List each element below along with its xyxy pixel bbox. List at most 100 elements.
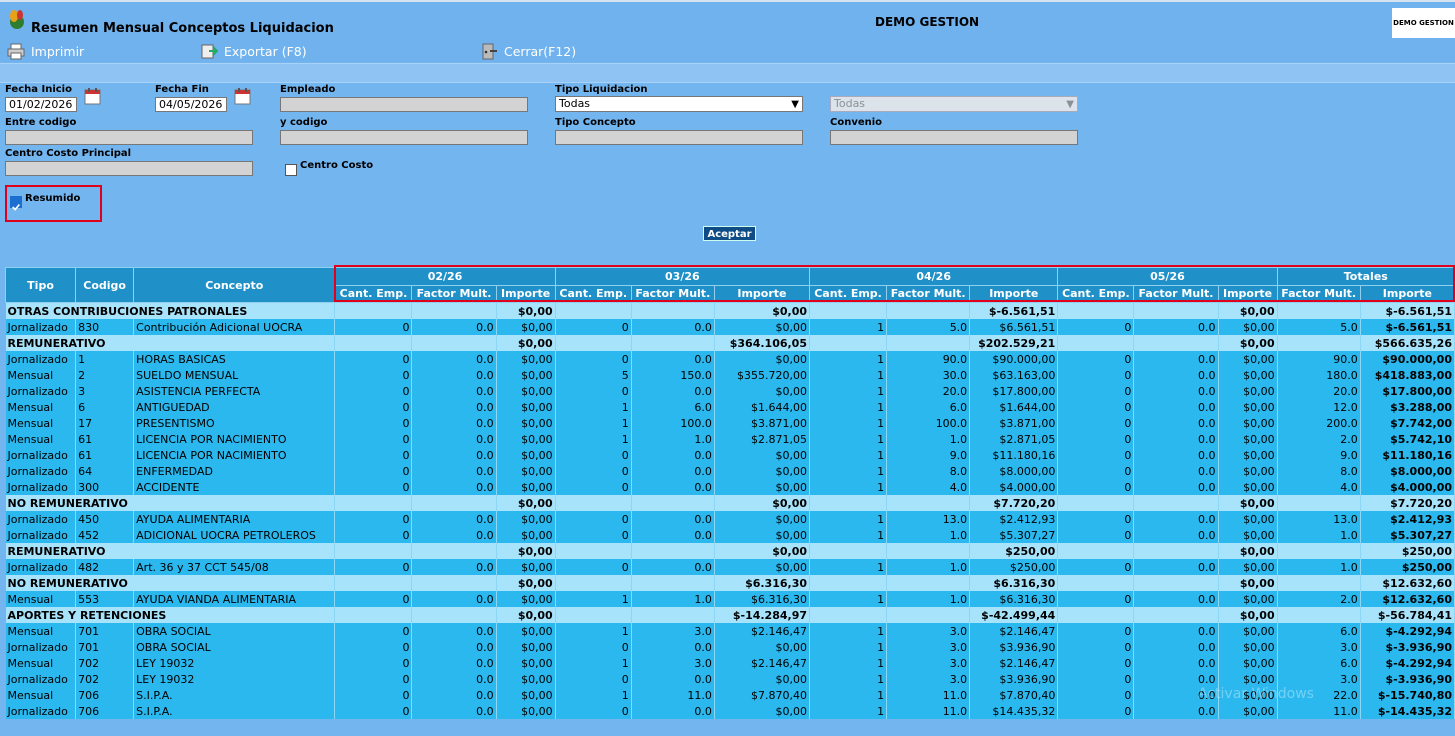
table-row[interactable]: Jornalizado 452 ADICIONAL UOCRA PETROLEROS…	[5, 527, 1455, 543]
cell-empty	[1057, 335, 1135, 351]
calendar-icon[interactable]	[82, 86, 104, 106]
table-row[interactable]: Mensual 17 PRESENTISMO 0 0.0 $0,00 1 100.0 $3.87…	[5, 415, 1455, 431]
accept-button[interactable]: Aceptar	[703, 226, 756, 241]
cell-concepto: Contribución Adicional UOCRA	[133, 319, 336, 335]
cell-cant-emp: 1	[809, 623, 888, 639]
section-importe: $0,00	[1218, 335, 1278, 351]
cell-factor-mult: 0.0	[1133, 447, 1219, 463]
centro-costo-principal-input[interactable]	[5, 161, 253, 176]
cell-concepto: ENFERMEDAD	[133, 463, 336, 479]
section-importe: $364.106,05	[714, 335, 811, 351]
cell-concepto: LICENCIA POR NACIMIENTO	[133, 431, 336, 447]
section-row[interactable]: APORTES Y RETENCIONES $0,00 $-14.284,97 $-4…	[5, 607, 1455, 623]
cell-factor-mult: 0.0	[1133, 319, 1219, 335]
cell-factor-mult: 3.0	[886, 639, 971, 655]
y-codigo-input[interactable]	[280, 130, 528, 145]
cell-empty	[555, 607, 632, 623]
table-row[interactable]: Jornalizado 64 ENFERMEDAD 0 0.0 $0,00 0 0.0 $0,0…	[5, 463, 1455, 479]
table-row[interactable]: Mensual 701 OBRA SOCIAL 0 0.0 $0,00 1 3.0 $2.146…	[5, 623, 1455, 639]
cell-empty	[411, 543, 497, 559]
cell-factor-mult: 11.0	[631, 687, 715, 703]
cell-cant-emp: 1	[809, 399, 888, 415]
section-row[interactable]: REMUNERATIVO $0,00 $0,00 $250,00 $0,00 $250,0…	[5, 543, 1455, 559]
table-row[interactable]: Jornalizado 482 Art. 36 y 37 CCT 545/08 0 0.…	[5, 559, 1455, 575]
fecha-fin-input[interactable]: 04/05/2026	[155, 97, 227, 112]
convenio-label: Convenio	[830, 117, 883, 128]
cell-tipo: Mensual	[5, 431, 77, 447]
table-row[interactable]: Jornalizado 3 ASISTENCIA PERFECTA 0 0.0 $0,00…	[5, 383, 1455, 399]
cell-factor-mult: 4.0	[886, 479, 971, 495]
section-total: $250,00	[1360, 543, 1455, 559]
centro-costo-checkbox[interactable]	[285, 164, 297, 176]
fecha-inicio-input[interactable]: 01/02/2026	[5, 97, 77, 112]
table-row[interactable]: Mensual 6 ANTIGUEDAD 0 0.0 $0,00 1 6.0 $1.644,00…	[5, 399, 1455, 415]
empleado-input[interactable]	[280, 97, 528, 112]
resumido-checkbox[interactable]	[10, 196, 22, 211]
cell-cant-emp: 0	[555, 383, 632, 399]
cell-factor-mult: 3.0	[631, 623, 715, 639]
cell-importe: $0,00	[714, 463, 811, 479]
cell-cant-emp: 1	[809, 703, 888, 719]
entre-codigo-input[interactable]	[5, 130, 253, 145]
cell-total-importe: $11.180,16	[1360, 447, 1455, 463]
cell-factor-mult: 0.0	[631, 703, 715, 719]
section-row[interactable]: REMUNERATIVO $0,00 $364.106,05 $202.529,21 $…	[5, 335, 1455, 351]
print-button[interactable]: Imprimir	[7, 42, 84, 60]
table-row[interactable]: Mensual 702 LEY 19032 0 0.0 $0,00 1 3.0 $2.146,4…	[5, 655, 1455, 671]
cell-factor-mult: 0.0	[411, 431, 497, 447]
cell-factor-mult: 5.0	[886, 319, 971, 335]
table-row[interactable]: Jornalizado 1 HORAS BASICAS 0 0.0 $0,00 0 0.0 $0…	[5, 351, 1455, 367]
section-row[interactable]: NO REMUNERATIVO $0,00 $0,00 $7.720,20 $0,00 $…	[5, 495, 1455, 511]
cell-total-factor: 3.0	[1277, 639, 1361, 655]
cell-importe: $0,00	[496, 399, 556, 415]
convenio-input[interactable]	[830, 130, 1078, 145]
table-row[interactable]: Mensual 2 SUELDO MENSUAL 0 0.0 $0,00 5 150.0 $35…	[5, 367, 1455, 383]
cell-tipo: Jornalizado	[5, 527, 77, 543]
cell-empty	[631, 607, 715, 623]
cell-concepto: OBRA SOCIAL	[133, 639, 336, 655]
table-row[interactable]: Jornalizado 450 AYUDA ALIMENTARIA 0 0.0 $0,00…	[5, 511, 1455, 527]
cell-importe: $3.871,00	[714, 415, 811, 431]
table-row[interactable]: Mensual 553 AYUDA VIANDA ALIMENTARIA 0 0.0 $0…	[5, 591, 1455, 607]
cell-factor-mult: 0.0	[411, 671, 497, 687]
company-title: DEMO GESTION	[875, 15, 980, 29]
cell-factor-mult: 0.0	[1133, 671, 1219, 687]
export-button[interactable]: Exportar (F8)	[200, 42, 307, 60]
table-row[interactable]: Mensual 61 LICENCIA POR NACIMIENTO 0 0.0 $0,0…	[5, 431, 1455, 447]
cell-cant-emp: 1	[555, 655, 632, 671]
table-row[interactable]: Jornalizado 706 S.I.P.A. 0 0.0 $0,00 0 0.0 $0,00…	[5, 703, 1455, 719]
table-row[interactable]: Jornalizado 702 LEY 19032 0 0.0 $0,00 0 0.0 $0,0…	[5, 671, 1455, 687]
cell-importe: $0,00	[714, 383, 811, 399]
table-row[interactable]: Jornalizado 61 LICENCIA POR NACIMIENTO 0 0.0…	[5, 447, 1455, 463]
cell-total-importe: $3.288,00	[1360, 399, 1455, 415]
cell-total-factor: 2.0	[1277, 431, 1361, 447]
cell-factor-mult: 8.0	[886, 463, 971, 479]
cell-importe: $11.180,16	[969, 447, 1059, 463]
cell-factor-mult: 3.0	[886, 671, 971, 687]
cell-cant-emp: 0	[1057, 511, 1135, 527]
table-row[interactable]: Jornalizado 830 Contribución Adicional UOC…	[5, 319, 1455, 335]
table-row[interactable]: Jornalizado 701 OBRA SOCIAL 0 0.0 $0,00 0 0.0 $0…	[5, 639, 1455, 655]
tipo-concepto-input[interactable]	[555, 130, 803, 145]
col-header-tipo[interactable]: Tipo	[4, 267, 77, 303]
section-row[interactable]: NO REMUNERATIVO $0,00 $6.316,30 $6.316,30 $0…	[5, 575, 1455, 591]
col-header-codigo[interactable]: Codigo	[75, 267, 135, 303]
close-button[interactable]: Cerrar(F12)	[480, 42, 576, 60]
cell-total-importe: $418.883,00	[1360, 367, 1455, 383]
cell-empty	[886, 543, 971, 559]
cell-cant-emp: 0	[334, 671, 413, 687]
section-importe: $6.316,30	[969, 575, 1059, 591]
cell-concepto: S.I.P.A.	[133, 703, 336, 719]
cell-cant-emp: 1	[555, 623, 632, 639]
cell-factor-mult: 0.0	[631, 527, 715, 543]
cell-importe: $0,00	[714, 671, 811, 687]
cell-factor-mult: 0.0	[631, 319, 715, 335]
section-row[interactable]: OTRAS CONTRIBUCIONES PATRONALES $0,00 $0,0…	[5, 302, 1455, 319]
col-header-concepto[interactable]: Concepto	[133, 267, 336, 303]
cell-importe: $0,00	[1218, 559, 1278, 575]
calendar-icon[interactable]	[232, 86, 254, 106]
cell-factor-mult: 0.0	[631, 511, 715, 527]
table-row[interactable]: Jornalizado 300 ACCIDENTE 0 0.0 $0,00 0 0.0 $0,0…	[5, 479, 1455, 495]
tipo-liquidacion-select[interactable]: Todas ▼	[555, 96, 803, 112]
cell-cant-emp: 0	[334, 559, 413, 575]
